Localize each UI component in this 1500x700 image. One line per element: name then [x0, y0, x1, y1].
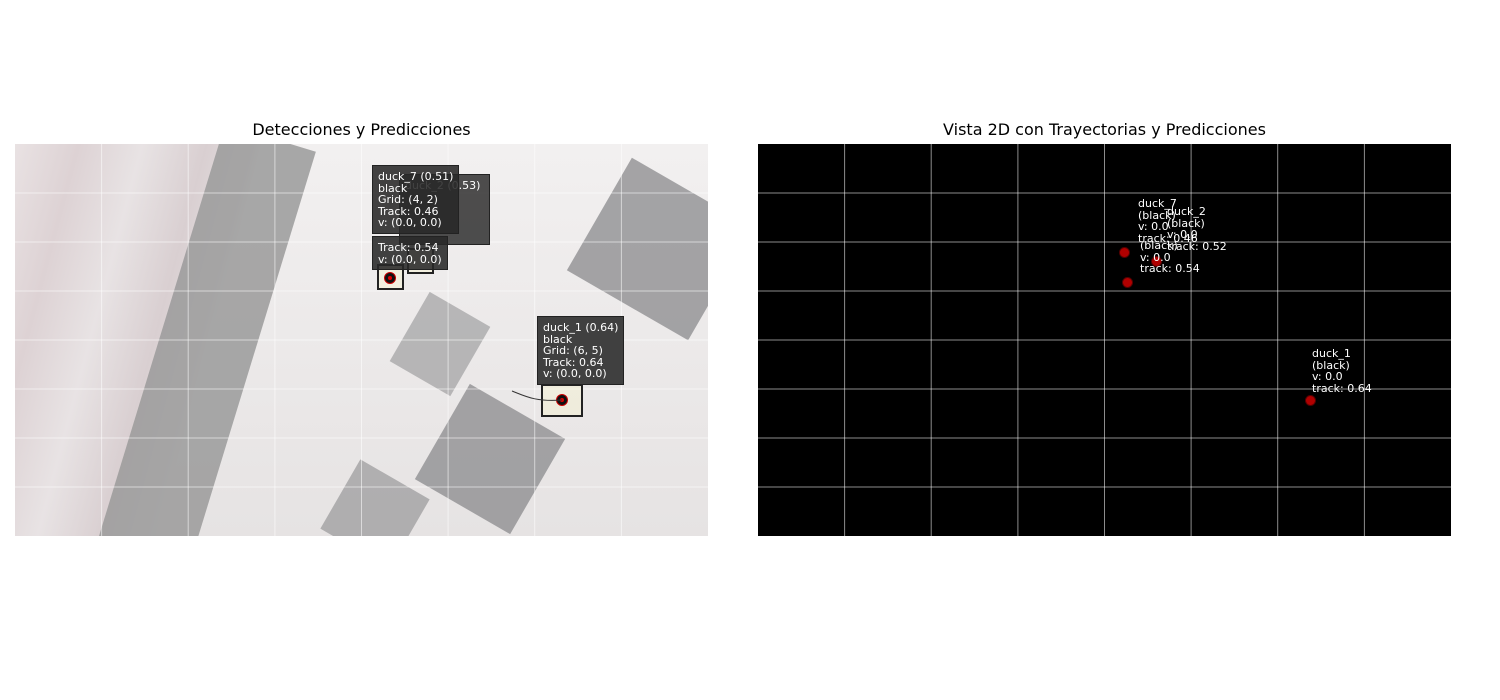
left-panel-title: Detecciones y Predicciones — [252, 120, 471, 139]
map-label-duck-1: duck_1 (black) v: 0.0 track: 0.64 — [1312, 347, 1372, 395]
detection-label-duck-1: duck_1 (0.64) black Grid: (6, 5) Track: … — [537, 316, 625, 385]
map-label-overlap: (black) v: 0.0 track: 0.54 — [1140, 239, 1200, 275]
map-view-panel: duck_7 (black) v: 0.0 track: 0.46 duck_2… — [758, 144, 1451, 536]
map-marker[interactable] — [1122, 277, 1133, 288]
map-grid — [758, 144, 1451, 536]
detection-label-duck-7: duck_7 (0.51) black Grid: (4, 2) Track: … — [372, 165, 460, 234]
detection-label-text: duck_7 (0.51) black Grid: (4, 2) Track: … — [378, 170, 454, 229]
detection-label-overlap: Track: 0.54 v: (0.0, 0.0) — [372, 236, 448, 270]
right-panel-title: Vista 2D con Trayectorias y Predicciones — [943, 120, 1266, 139]
detection-label-text: duck_1 (0.64) black Grid: (6, 5) Track: … — [543, 321, 619, 380]
detection-label-text: Track: 0.54 v: (0.0, 0.0) — [378, 241, 442, 266]
map-marker-duck-7[interactable] — [1119, 247, 1130, 258]
camera-view-panel: duck_2 (0.53) duck_7 (0.51) black Grid: … — [15, 144, 708, 536]
map-marker-duck-1[interactable] — [1305, 395, 1316, 406]
